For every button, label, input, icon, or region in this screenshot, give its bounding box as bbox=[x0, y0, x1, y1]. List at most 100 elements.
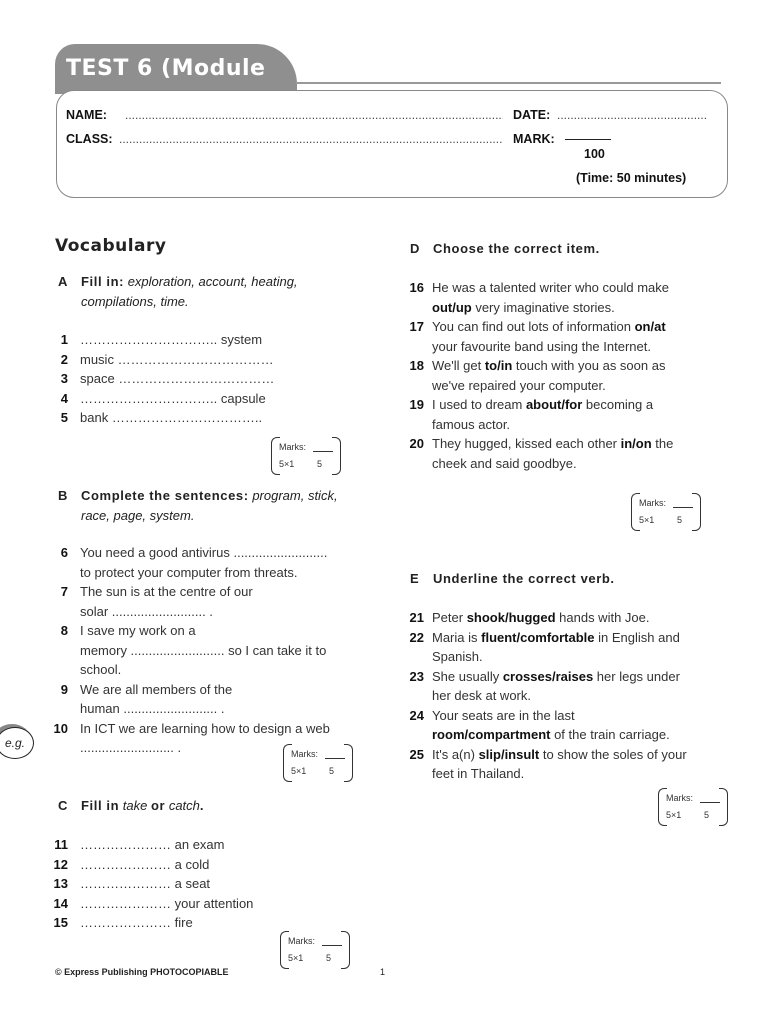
answer-blank[interactable]: ……………………………… bbox=[118, 352, 274, 367]
item-text: famous actor. bbox=[432, 416, 511, 432]
item-text: a seat bbox=[174, 876, 211, 891]
item-number: 1 bbox=[60, 332, 68, 347]
item-text: touch with you as soon as bbox=[512, 358, 666, 373]
item-text: an exam bbox=[174, 837, 225, 852]
marks-box: Marks: 5×1 5 bbox=[280, 931, 350, 969]
item-text: I save my work on a bbox=[80, 623, 196, 638]
answer-blank[interactable]: ………………… bbox=[80, 857, 171, 872]
answer-choice[interactable]: shook/hugged bbox=[467, 610, 556, 625]
item-text: in English and bbox=[594, 629, 680, 645]
item-text: We are all members of the bbox=[80, 681, 233, 697]
answer-blank[interactable]: ………………… bbox=[80, 876, 171, 891]
score-blank[interactable] bbox=[673, 507, 693, 508]
item-number: 4 bbox=[60, 390, 68, 406]
item-text: It's a(n) bbox=[432, 746, 479, 762]
section-letter: A bbox=[58, 274, 68, 289]
answer-blank[interactable]: ………………………….. bbox=[80, 391, 217, 406]
item-number: 3 bbox=[60, 371, 68, 386]
section-instruction: Fill in: bbox=[81, 274, 125, 289]
item-text: school. bbox=[80, 662, 122, 677]
vocabulary-heading: Vocabulary bbox=[55, 236, 167, 256]
answer-blank[interactable]: ………………… bbox=[80, 837, 171, 852]
name-field[interactable]: ........................................… bbox=[125, 108, 503, 122]
answer-blank[interactable]: …………………………….. bbox=[112, 410, 262, 425]
marks-scale: 5×1 bbox=[288, 953, 304, 963]
marks-total: 5 bbox=[317, 459, 323, 469]
item-number: 21 bbox=[409, 610, 424, 625]
section-instruction: Underline the correct verb. bbox=[433, 571, 615, 586]
answer-choice[interactable]: to/in bbox=[485, 358, 512, 373]
marks-label: Marks: bbox=[288, 936, 315, 946]
answer-blank[interactable]: ………………… bbox=[80, 896, 171, 911]
section-letter: B bbox=[58, 488, 68, 503]
item-number: 25 bbox=[409, 746, 424, 762]
header-rule bbox=[296, 82, 721, 84]
marks-total: 5 bbox=[704, 810, 710, 820]
item-text: solar .......................... . bbox=[80, 603, 213, 619]
item-text: system bbox=[220, 332, 263, 347]
item-text: becoming a bbox=[582, 397, 654, 412]
item-text: Maria is bbox=[432, 629, 482, 645]
item-text: memory .......................... so I c… bbox=[80, 642, 327, 658]
section-letter: C bbox=[58, 798, 68, 813]
answer-choice[interactable]: about/for bbox=[526, 397, 582, 412]
item-number: 19 bbox=[409, 397, 424, 412]
item-text: her desk at work. bbox=[432, 688, 531, 703]
answer-blank[interactable]: ………………… bbox=[80, 915, 171, 930]
marks-label: Marks: bbox=[639, 498, 666, 508]
section-instruction: Choose the correct item. bbox=[433, 241, 600, 256]
answer-choice[interactable]: out/up bbox=[432, 300, 472, 315]
option-word: catch bbox=[168, 798, 200, 813]
item-text: She usually bbox=[432, 668, 503, 684]
item-number: 15 bbox=[53, 915, 68, 930]
item-text: cheek and said goodbye. bbox=[432, 455, 577, 471]
item-text: her legs under bbox=[593, 668, 680, 684]
marks-scale: 5×1 bbox=[291, 766, 307, 776]
answer-choice[interactable]: room/compartment bbox=[432, 727, 550, 742]
marks-box: Marks: 5×1 5 bbox=[658, 788, 728, 826]
marks-total: 5 bbox=[677, 515, 683, 525]
answer-choice[interactable]: on/at bbox=[635, 319, 666, 334]
item-text: Your seats are in the last bbox=[432, 707, 575, 723]
mark-total: 100 bbox=[584, 147, 605, 161]
marks-label: Marks: bbox=[666, 793, 693, 803]
answer-choice[interactable]: crosses/raises bbox=[503, 669, 593, 684]
test-title: TEST 6 (Module bbox=[66, 56, 266, 81]
marks-box: Marks: 5×1 5 bbox=[271, 437, 341, 475]
score-blank[interactable] bbox=[700, 802, 720, 803]
marks-scale: 5×1 bbox=[279, 459, 295, 469]
option-word: take bbox=[122, 798, 148, 813]
item-number: 13 bbox=[53, 876, 68, 891]
score-blank[interactable] bbox=[313, 451, 333, 452]
date-label: DATE: bbox=[513, 108, 551, 122]
item-text: we've repaired your computer. bbox=[432, 377, 606, 393]
score-blank[interactable] bbox=[325, 758, 345, 759]
item-number: 14 bbox=[53, 895, 68, 911]
item-text: hands with Joe. bbox=[555, 610, 650, 625]
page-number: 1 bbox=[380, 967, 386, 977]
mark-label: MARK: bbox=[513, 132, 555, 146]
item-number: 16 bbox=[409, 280, 424, 295]
item-number: 10 bbox=[53, 720, 68, 736]
date-field[interactable]: ........................................… bbox=[557, 108, 707, 122]
answer-blank[interactable]: ………………………….. bbox=[80, 332, 217, 347]
marks-total: 5 bbox=[326, 953, 332, 963]
item-text: your favourite band using the Internet. bbox=[432, 338, 651, 354]
item-text: to show the soles of your bbox=[539, 746, 687, 762]
item-text: the bbox=[651, 436, 674, 451]
class-label: CLASS: bbox=[66, 132, 113, 146]
answer-choice[interactable]: slip/insult bbox=[479, 747, 540, 762]
class-field[interactable]: ........................................… bbox=[119, 132, 503, 146]
item-text: bank bbox=[80, 410, 109, 425]
answer-choice[interactable]: in/on bbox=[621, 436, 652, 451]
item-text: to protect your computer from threats. bbox=[80, 564, 298, 580]
item-text: He was a talented writer who could make bbox=[432, 280, 670, 295]
marks-scale: 5×1 bbox=[666, 810, 682, 820]
mark-fraction-line bbox=[565, 139, 611, 140]
item-number: 2 bbox=[60, 351, 68, 367]
answer-blank[interactable]: ……………………………… bbox=[118, 371, 274, 386]
section-letter: D bbox=[410, 241, 420, 256]
answer-choice[interactable]: fluent/comfortable bbox=[481, 630, 594, 645]
score-blank[interactable] bbox=[322, 945, 342, 946]
name-label: NAME: bbox=[66, 108, 107, 122]
